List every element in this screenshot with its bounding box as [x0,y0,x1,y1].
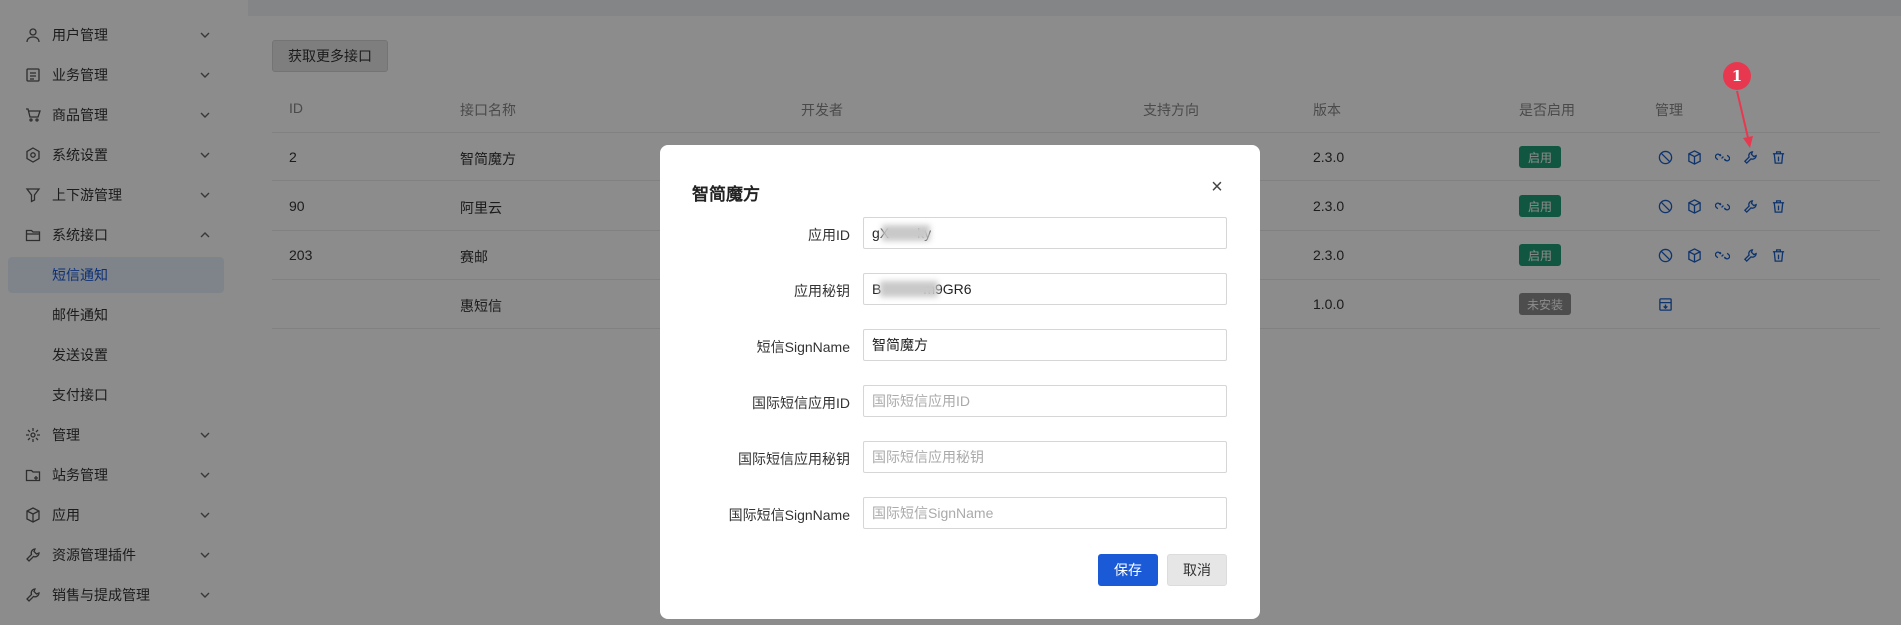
save-button[interactable]: 保存 [1098,554,1158,586]
redaction [880,281,938,297]
dialog-title: 智简魔方 [692,185,760,204]
cancel-button[interactable]: 取消 [1167,554,1227,586]
intl-app-id-label: 国际短信应用ID [752,395,850,411]
redaction [882,225,930,241]
sms-signname-input[interactable] [863,329,1227,361]
intl-app-secret-input[interactable] [863,441,1227,473]
intl-signname-label: 国际短信SignName [728,507,850,523]
intl-app-secret-label: 国际短信应用秘钥 [738,451,850,467]
close-icon[interactable]: × [1207,176,1227,198]
intl-app-id-input[interactable] [863,385,1227,417]
app-id-label: 应用ID [808,227,850,243]
config-dialog: 智简魔方 × 应用ID 应用秘钥 短信SignName 国际短信应用ID 国际短… [660,145,1260,619]
sms-signname-label: 短信SignName [756,339,850,355]
intl-signname-input[interactable] [863,497,1227,529]
annotation-marker: 1 [1723,62,1751,90]
annotation-arrow-icon [1736,90,1753,148]
app-secret-label: 应用秘钥 [794,283,850,299]
